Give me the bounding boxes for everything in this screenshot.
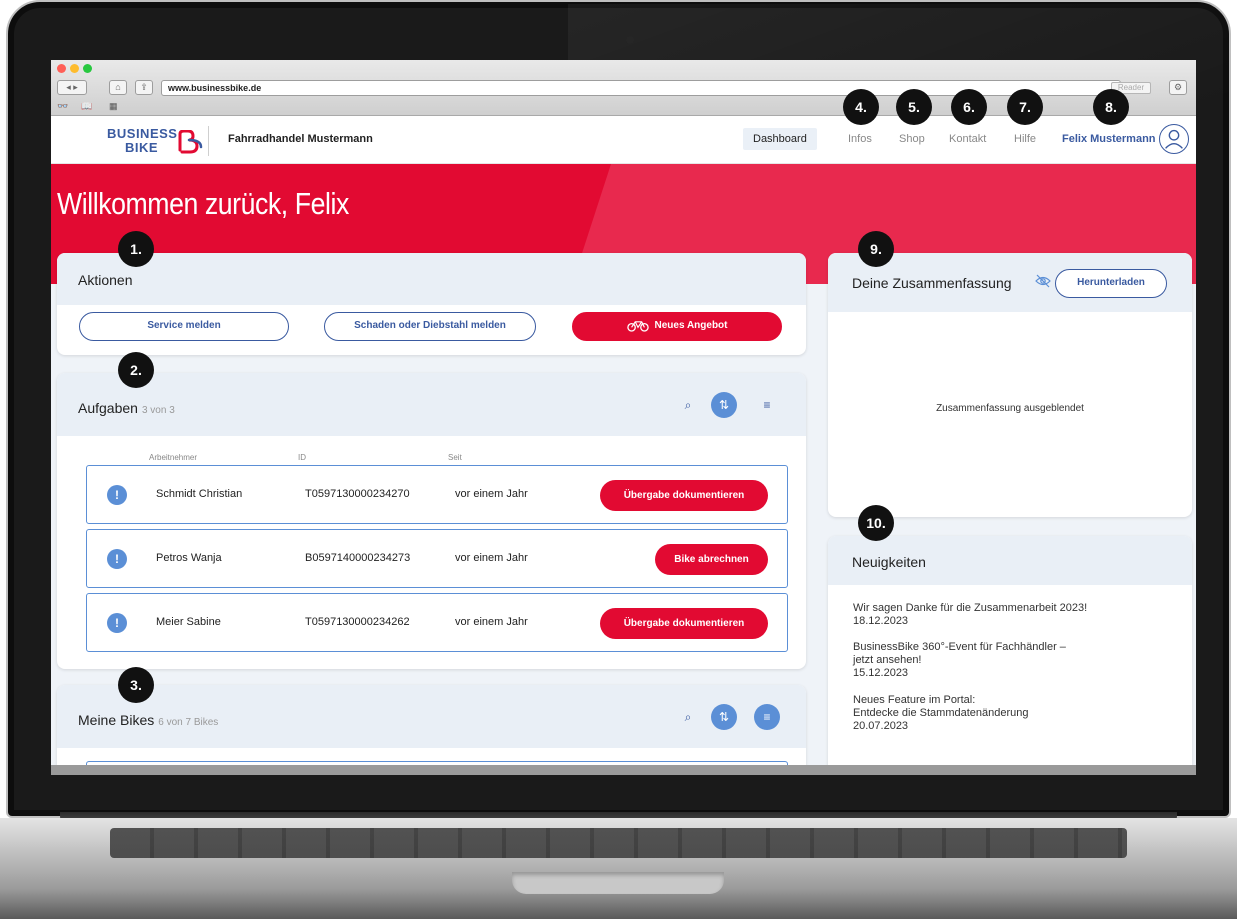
home-icon[interactable]: ⌂ xyxy=(109,80,127,95)
task-row[interactable]: ! Meier Sabine T0597130000234262 vor ein… xyxy=(86,593,788,652)
news-item[interactable]: BusinessBike 360°-Event für Fachhändler … xyxy=(853,641,1066,680)
nav-infos[interactable]: Infos xyxy=(848,133,872,145)
nav-kontakt[interactable]: Kontakt xyxy=(949,133,986,145)
task-id: B0597140000234273 xyxy=(305,552,411,564)
bike-icon xyxy=(626,321,649,332)
eye-off-icon[interactable] xyxy=(1035,273,1051,289)
header-divider xyxy=(208,126,209,156)
news-item[interactable]: Neues Feature im Portal: Entdecke die St… xyxy=(853,694,1029,733)
uebergabe-dokumentieren-button[interactable]: Übergabe dokumentieren xyxy=(600,480,768,511)
filter-icon[interactable]: ≡ xyxy=(754,704,780,730)
tasks-card-header: Aufgaben 3 von 3 ⌕ ⇅ ≡ xyxy=(57,373,806,436)
news-card: Neuigkeiten Wir sagen Danke für die Zusa… xyxy=(828,536,1192,775)
task-since: vor einem Jahr xyxy=(455,552,528,564)
download-button[interactable]: Herunterladen xyxy=(1055,269,1167,298)
task-row[interactable]: ! Schmidt Christian T0597130000234270 vo… xyxy=(86,465,788,524)
marker-6: 6. xyxy=(951,89,987,125)
sort-icon[interactable]: ⇅ xyxy=(711,392,737,418)
summary-hidden-message: Zusammenfassung ausgeblendet xyxy=(936,403,1084,414)
task-employee: Meier Sabine xyxy=(156,616,221,628)
actions-title: Aktionen xyxy=(78,272,133,288)
news-card-header: Neuigkeiten xyxy=(828,536,1192,585)
marker-9: 9. xyxy=(858,231,894,267)
keyboard xyxy=(110,828,1127,858)
logo-text-bike: BIKE xyxy=(125,140,159,155)
search-icon[interactable]: ⌕ xyxy=(675,392,701,418)
screen: ◂ ▸ ⌂ ⇪ www.businessbike.de Reader ⚙ 👓 📖… xyxy=(51,60,1196,775)
marker-10: 10. xyxy=(858,505,894,541)
welcome-heading: Willkommen zurück, Felix xyxy=(57,186,349,221)
marker-5: 5. xyxy=(896,89,932,125)
actions-card-header: Aktionen xyxy=(57,253,806,305)
bikes-card: Meine Bikes 6 von 7 Bikes ⌕ ⇅ ≡ xyxy=(57,685,806,775)
logo-mark-icon xyxy=(178,130,203,154)
close-window-button[interactable] xyxy=(57,64,66,73)
tasks-title-label: Aufgaben xyxy=(78,400,138,416)
marker-7: 7. xyxy=(1007,89,1043,125)
top-sites-icon[interactable]: ▦ xyxy=(109,101,118,112)
user-avatar-icon[interactable] xyxy=(1159,124,1189,154)
businessbike-logo[interactable]: BUSINESS BIKE xyxy=(107,126,203,156)
news-title: Neuigkeiten xyxy=(852,554,926,570)
nav-dashboard[interactable]: Dashboard xyxy=(743,128,817,150)
alert-icon: ! xyxy=(107,613,127,633)
bike-abrechnen-button[interactable]: Bike abrechnen xyxy=(655,544,768,575)
settings-icon[interactable]: ⚙ xyxy=(1169,80,1187,95)
alert-icon: ! xyxy=(107,485,127,505)
tasks-title: Aufgaben 3 von 3 xyxy=(78,400,175,416)
maximize-window-button[interactable] xyxy=(83,64,92,73)
filter-icon[interactable]: ≡ xyxy=(754,392,780,418)
sort-icon[interactable]: ⇅ xyxy=(711,704,737,730)
bikes-card-header: Meine Bikes 6 von 7 Bikes ⌕ ⇅ ≡ xyxy=(57,685,806,748)
marker-4: 4. xyxy=(843,89,879,125)
column-header-seit: Seit xyxy=(448,453,462,462)
task-employee: Petros Wanja xyxy=(156,552,222,564)
task-id: T0597130000234270 xyxy=(305,488,410,500)
neues-angebot-label: Neues Angebot xyxy=(654,320,728,331)
actions-card: Aktionen Service melden Schaden oder Die… xyxy=(57,253,806,355)
laptop-mockup: ◂ ▸ ⌂ ⇪ www.businessbike.de Reader ⚙ 👓 📖… xyxy=(0,0,1237,919)
nav-hilfe[interactable]: Hilfe xyxy=(1014,133,1036,145)
logo-text-business: BUSINESS xyxy=(107,126,178,141)
task-employee: Schmidt Christian xyxy=(156,488,243,500)
alert-icon: ! xyxy=(107,549,127,569)
uebergabe-dokumentieren-button[interactable]: Übergabe dokumentieren xyxy=(600,608,768,639)
summary-card: Deine Zusammenfassung Herunterladen Zusa… xyxy=(828,253,1192,517)
bookmarks-icon[interactable]: 📖 xyxy=(81,101,92,112)
screen-bottom-bezel xyxy=(51,765,1196,775)
neues-angebot-button[interactable]: Neues Angebot xyxy=(572,312,782,341)
marker-2: 2. xyxy=(118,352,154,388)
minimize-window-button[interactable] xyxy=(70,64,79,73)
news-item[interactable]: Wir sagen Danke für die Zusammenarbeit 2… xyxy=(853,602,1087,628)
base-notch xyxy=(512,872,724,894)
task-since: vor einem Jahr xyxy=(455,488,528,500)
reading-list-icon[interactable]: 👓 xyxy=(57,101,68,112)
nav-shop[interactable]: Shop xyxy=(899,133,925,145)
share-icon[interactable]: ⇪ xyxy=(135,80,153,95)
back-forward-button[interactable]: ◂ ▸ xyxy=(57,80,87,95)
task-id: T0597130000234262 xyxy=(305,616,410,628)
bikes-count: 6 von 7 Bikes xyxy=(158,717,219,728)
marker-1: 1. xyxy=(118,231,154,267)
task-since: vor einem Jahr xyxy=(455,616,528,628)
bikes-title: Meine Bikes 6 von 7 Bikes xyxy=(78,712,218,728)
tasks-card: Aufgaben 3 von 3 ⌕ ⇅ ≡ Arbeitnehmer ID Se… xyxy=(57,373,806,669)
search-icon[interactable]: ⌕ xyxy=(675,704,701,730)
tasks-count: 3 von 3 xyxy=(141,405,175,416)
company-name: Fahrradhandel Mustermann xyxy=(228,133,373,145)
bikes-title-label: Meine Bikes xyxy=(78,712,155,728)
marker-3: 3. xyxy=(118,667,154,703)
service-melden-button[interactable]: Service melden xyxy=(79,312,289,341)
marker-8: 8. xyxy=(1093,89,1129,125)
column-header-id: ID xyxy=(298,453,306,462)
schaden-melden-button[interactable]: Schaden oder Diebstahl melden xyxy=(324,312,536,341)
summary-title: Deine Zusammenfassung xyxy=(852,275,1012,291)
task-row[interactable]: ! Petros Wanja B0597140000234273 vor ein… xyxy=(86,529,788,588)
nav-user-name[interactable]: Felix Mustermann xyxy=(1062,133,1156,145)
webcam xyxy=(626,36,634,44)
column-header-arbeitnehmer: Arbeitnehmer xyxy=(149,453,198,462)
